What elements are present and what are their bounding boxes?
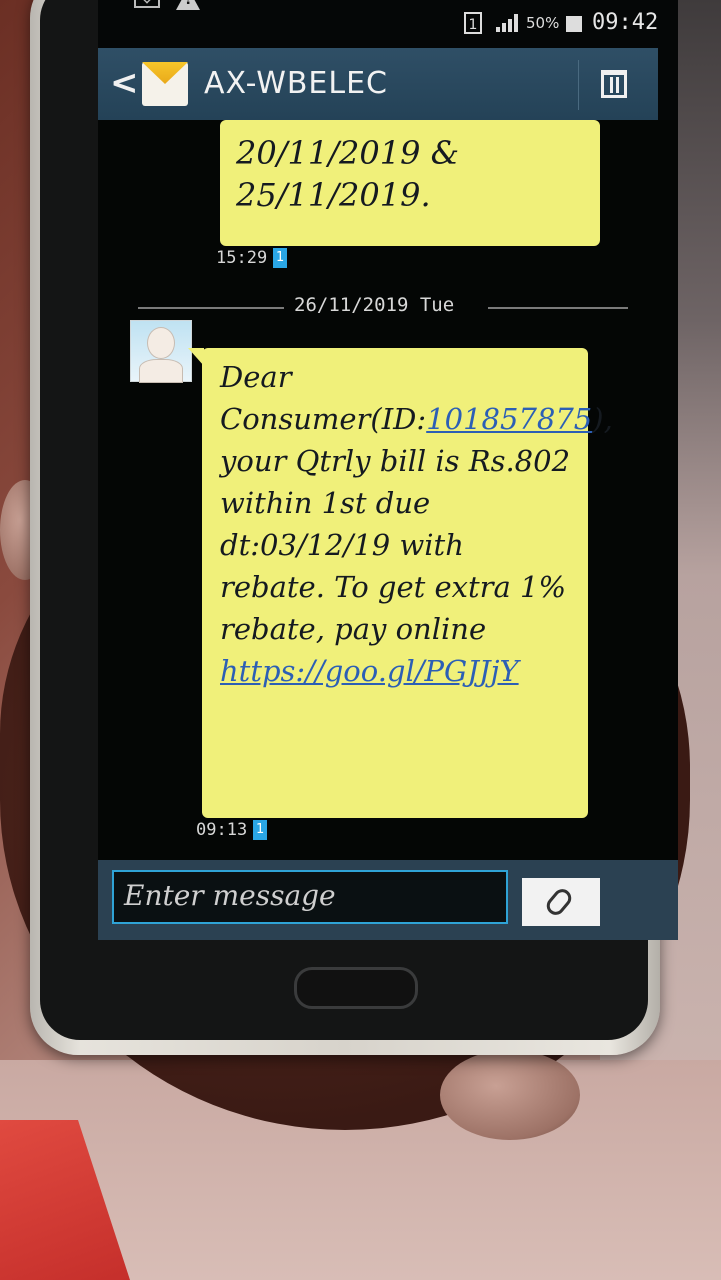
- sim-badge: 1: [464, 12, 482, 34]
- date-divider: 26/11/2019 Tue: [138, 292, 628, 322]
- divider-line: [138, 307, 284, 309]
- mail-icon: [134, 0, 160, 8]
- divider-line: [488, 307, 628, 309]
- status-bar: 1 50% 09:42: [98, 0, 678, 35]
- message-timestamp: 15:29: [216, 248, 268, 268]
- sim-badge: 1: [253, 820, 268, 840]
- sim-badge: 1: [273, 248, 288, 268]
- message-line: 25/11/2019.: [236, 176, 431, 214]
- home-button[interactable]: [294, 967, 418, 1009]
- message-time: 09:13 1: [196, 820, 268, 840]
- contact-title: AX-WBELEC: [204, 66, 389, 101]
- battery-percent: 50%: [526, 14, 560, 32]
- payment-link[interactable]: https://goo.gl/PGJJjY: [220, 654, 519, 688]
- message-timestamp: 09:13: [196, 820, 248, 840]
- battery-icon: [566, 16, 582, 32]
- message-list[interactable]: 20/11/2019 & 25/11/2019. 15:29 1 26/11/20…: [98, 120, 678, 860]
- message-text: ), your Qtrly bill is Rs.802 within 1st …: [220, 402, 613, 646]
- message-line: 20/11/2019 &: [236, 134, 460, 172]
- back-icon[interactable]: <: [110, 66, 139, 100]
- trash-icon: [601, 70, 627, 98]
- date-label: 26/11/2019 Tue: [294, 294, 455, 316]
- signal-icon: [496, 14, 520, 32]
- phone-screen: 1 50% 09:42 < AX-WBELEC 20/11/2019 & 25/…: [98, 0, 678, 940]
- warning-icon: [176, 0, 200, 10]
- paperclip-icon: [543, 885, 575, 919]
- message-text: Dear Consumer(ID:: [220, 360, 427, 436]
- message-bubble-previous[interactable]: 20/11/2019 & 25/11/2019.: [220, 120, 600, 246]
- message-time: 15:29 1: [216, 248, 288, 268]
- status-clock: 09:42: [592, 10, 659, 35]
- attach-button[interactable]: [522, 878, 600, 926]
- message-bubble-bill[interactable]: Dear Consumer(ID:101857875), your Qtrly …: [188, 348, 613, 818]
- consumer-id-link[interactable]: 101857875: [426, 402, 592, 436]
- message-input[interactable]: Enter message: [112, 870, 508, 924]
- finger: [440, 1050, 580, 1140]
- conversation-header: < AX-WBELEC: [98, 48, 658, 120]
- composer-bar: Enter message: [98, 860, 678, 940]
- delete-button[interactable]: [578, 60, 643, 110]
- sms-app-icon: [142, 62, 188, 106]
- contact-avatar[interactable]: [130, 320, 192, 383]
- phone-bezel: 1 50% 09:42 < AX-WBELEC 20/11/2019 & 25/…: [40, 0, 678, 1040]
